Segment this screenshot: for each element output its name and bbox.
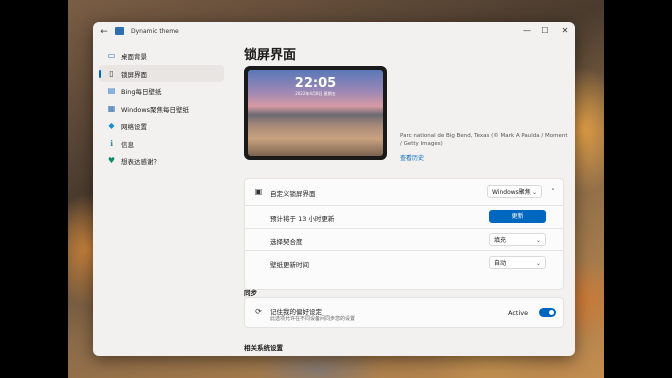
sidebar-item-spotlight-wallpaper[interactable]: ▦ Windows聚焦每日壁纸 [99, 100, 224, 118]
sidebar-item-label: 想表达感谢？ [121, 158, 160, 166]
sidebar-item-label: Bing每日壁纸 [121, 88, 162, 96]
sidebar: ▭ 桌面背景 ▯ 锁屏界面 ▤ Bing每日壁纸 ▦ Windows聚焦每日壁纸… [99, 47, 224, 170]
sidebar-item-label: Windows聚焦每日壁纸 [121, 105, 190, 114]
network-icon: ◆ [108, 121, 115, 130]
chevron-down-icon: ⌄ [535, 237, 541, 244]
next-update-row: 预计将于 13 小时更新 更新 [245, 206, 563, 227]
fit-row: 选择契合度 填充 ⌄ [245, 229, 563, 250]
sidebar-item-bing-wallpaper[interactable]: ▤ Bing每日壁纸 [99, 82, 224, 100]
related-settings-title: 相关系统设置 [244, 344, 283, 352]
desktop-icon: ▭ [107, 51, 116, 60]
preview-date: 2022年4月8日 星期五 [295, 91, 336, 96]
sync-section-title: 同步 [244, 289, 257, 297]
view-history-link[interactable]: 查看历史 [400, 153, 424, 162]
back-arrow-icon[interactable]: ← [99, 27, 109, 37]
windows-spotlight-icon: ▦ [107, 103, 116, 113]
sidebar-item-info[interactable]: ℹ 信息 [99, 135, 224, 153]
sync-card: ⟳ 记住我的偏好设定 此选项允许在不同设备间同步您的设置 Active [244, 297, 564, 328]
heart-icon: ♥ [107, 156, 116, 165]
lock-screen-preview: 22:05 2022年4月8日 星期五 [244, 66, 387, 160]
toggle-state-label: Active [508, 309, 529, 317]
settings-window: ← Dynamic theme — ☐ ✕ ▭ 桌面背景 ▯ 锁屏界面 ▤ Bi… [93, 22, 575, 356]
sync-sublabel: 此选项允许在不同设备间同步您的设置 [270, 316, 356, 322]
sidebar-item-thanks[interactable]: ♥ 想表达感谢？ [99, 152, 224, 170]
dropdown-value: Windows聚焦 [492, 189, 531, 196]
image-credit: Parc national de Big Bend, Texas (© Mark… [400, 133, 568, 147]
preview-time: 22:05 [294, 76, 337, 91]
row-label: 预计将于 13 小时更新 [270, 215, 335, 223]
sidebar-item-label: 网络设置 [121, 123, 147, 131]
main-content: 锁屏界面 22:05 2022年4月8日 星期五 Parc national d… [243, 22, 575, 356]
row-label: 选择契合度 [270, 238, 303, 246]
lock-screen-icon: ▣ [254, 187, 263, 196]
preview-wallpaper: 22:05 2022年4月8日 星期五 [248, 70, 383, 156]
customize-lockscreen-row: ▣ 自定义锁屏界面 Windows聚焦 ⌄ ˄ [245, 179, 563, 205]
sync-toggle[interactable] [539, 308, 556, 317]
collapse-chevron-icon[interactable]: ˄ [547, 186, 559, 198]
app-icon [115, 27, 124, 35]
sync-icon: ⟳ [255, 307, 262, 316]
row-label: 自定义锁屏界面 [270, 190, 316, 198]
chevron-down-icon: ⌄ [535, 260, 541, 267]
fit-dropdown[interactable]: 填充 ⌄ [489, 233, 546, 246]
lock-screen-icon: ▯ [109, 68, 114, 78]
lockscreen-mode-dropdown[interactable]: Windows聚焦 ⌄ [487, 185, 542, 198]
sidebar-item-lock-screen[interactable]: ▯ 锁屏界面 [99, 64, 224, 82]
dropdown-value: 自动 [494, 260, 507, 267]
dropdown-value: 填充 [494, 237, 507, 244]
sidebar-item-network-settings[interactable]: ◆ 网络设置 [99, 117, 224, 135]
sidebar-item-label: 信息 [121, 140, 134, 149]
bing-icon: ▤ [107, 86, 116, 95]
letterbox-right [604, 0, 672, 378]
info-icon: ℹ [109, 138, 114, 148]
update-time-dropdown[interactable]: 自动 ⌄ [489, 256, 546, 269]
lockscreen-settings-card: ▣ 自定义锁屏界面 Windows聚焦 ⌄ ˄ 预计将于 13 小时更新 更新 … [244, 178, 564, 290]
sidebar-item-label: 桌面背景 [121, 53, 147, 61]
sidebar-item-desktop-background[interactable]: ▭ 桌面背景 [99, 47, 224, 65]
update-time-row: 壁纸更新时间 自动 ⌄ [245, 251, 563, 273]
letterbox-left [0, 0, 68, 378]
window-title: Dynamic theme [131, 28, 179, 35]
chevron-down-icon: ⌄ [531, 189, 537, 196]
page-title: 锁屏界面 [244, 48, 297, 63]
row-label: 壁纸更新时间 [270, 261, 309, 269]
update-button[interactable]: 更新 [489, 210, 546, 223]
sidebar-item-label: 锁屏界面 [121, 70, 147, 79]
